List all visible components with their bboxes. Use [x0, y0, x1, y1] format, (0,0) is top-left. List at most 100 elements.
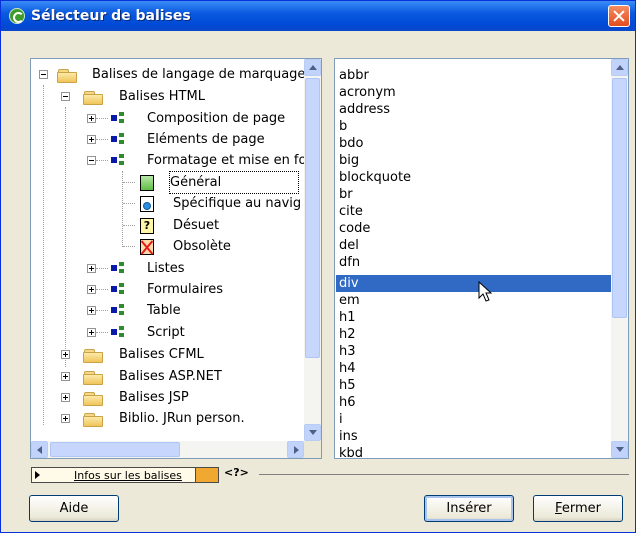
list-item[interactable]: blockquote	[339, 169, 411, 186]
collapse-icon[interactable]	[87, 156, 96, 165]
tag-info-toggle[interactable]: Infos sur les balises	[31, 467, 219, 483]
tree-label: Général	[169, 171, 299, 194]
list-item[interactable]: big	[339, 152, 359, 169]
deprecated-icon: ?	[140, 218, 154, 234]
folder-open-icon	[57, 67, 79, 83]
list-item[interactable]: dfn	[339, 254, 360, 271]
expand-icon[interactable]	[87, 114, 96, 123]
window-title: Sélecteur de balises	[31, 8, 191, 24]
up-arrow-icon	[309, 65, 317, 70]
tag-list[interactable]: abbr acronym address b bdo big blockquot…	[334, 58, 629, 459]
scroll-right-button[interactable]	[287, 441, 304, 458]
down-arrow-icon	[616, 447, 624, 452]
title-bar[interactable]: Sélecteur de balises	[1, 1, 635, 31]
tag-category-icon	[111, 262, 127, 276]
close-button[interactable]: Fermer	[533, 495, 623, 522]
tree-label: Balises CFML	[119, 347, 204, 362]
tag-category-icon	[111, 326, 127, 340]
close-button-label: ermer	[561, 501, 601, 516]
list-item[interactable]: br	[339, 186, 353, 203]
close-button-mnemonic: F	[555, 501, 562, 516]
list-item[interactable]: address	[339, 101, 390, 118]
tag-category-icon	[111, 304, 127, 318]
scroll-left-button[interactable]	[31, 441, 48, 458]
tree-connector	[96, 160, 108, 161]
expand-icon[interactable]	[61, 350, 70, 359]
tree-connector	[96, 118, 108, 119]
list-item-selected[interactable]: div	[336, 275, 611, 292]
right-arrow-icon	[294, 446, 299, 454]
list-item[interactable]: i	[339, 411, 343, 428]
folder-closed-icon	[83, 347, 105, 363]
scrollbar-corner	[304, 441, 321, 458]
expand-icon[interactable]	[87, 264, 96, 273]
expand-icon[interactable]	[87, 328, 96, 337]
list-item[interactable]: h2	[339, 326, 356, 343]
list-item[interactable]: h6	[339, 394, 356, 411]
close-window-button[interactable]	[608, 5, 630, 27]
tree-label: Biblio. JRun person.	[119, 411, 245, 426]
browser-specific-icon	[140, 196, 154, 212]
list-item[interactable]: cite	[339, 203, 363, 220]
tree-horizontal-scrollbar[interactable]	[31, 441, 304, 458]
list-vertical-scrollbar[interactable]	[611, 59, 628, 458]
expand-icon[interactable]	[87, 306, 96, 315]
expand-icon[interactable]	[87, 285, 96, 294]
list-item[interactable]: code	[339, 220, 370, 237]
list-item[interactable]: acronym	[339, 84, 396, 101]
scroll-down-button[interactable]	[611, 441, 628, 458]
tree-connector	[123, 225, 135, 226]
collapse-icon[interactable]	[61, 92, 70, 101]
scroll-thumb[interactable]	[305, 78, 320, 358]
mouse-cursor-icon	[478, 281, 493, 302]
tag-chooser-dialog: Sélecteur de balises Balises de langage …	[0, 0, 636, 533]
list-item[interactable]: abbr	[339, 67, 369, 84]
list-item[interactable]: kbd	[339, 445, 363, 458]
list-item[interactable]: del	[339, 237, 359, 254]
scroll-up-button[interactable]	[304, 59, 321, 76]
expand-icon[interactable]	[61, 393, 70, 402]
help-button[interactable]: Aide	[29, 495, 119, 522]
expand-icon[interactable]	[87, 135, 96, 144]
folder-open-icon	[83, 89, 105, 105]
tree-connector	[96, 332, 108, 333]
general-tags-icon	[140, 175, 154, 191]
scroll-up-button[interactable]	[611, 59, 628, 76]
tree-connector	[96, 310, 108, 311]
scroll-thumb[interactable]	[612, 78, 627, 318]
tree-label: Obsolète	[173, 239, 231, 254]
tree-connector	[123, 246, 135, 247]
up-arrow-icon	[616, 65, 624, 70]
tree-label: Balises ASP.NET	[119, 369, 222, 384]
scroll-down-button[interactable]	[304, 424, 321, 441]
expand-icon[interactable]	[61, 372, 70, 381]
tree-vertical-scrollbar[interactable]	[304, 59, 321, 441]
collapse-icon[interactable]	[39, 70, 48, 79]
tag-category-icon	[111, 283, 127, 297]
list-item[interactable]: em	[339, 292, 360, 309]
tag-category-icon	[111, 112, 127, 126]
list-item[interactable]: bdo	[339, 135, 363, 152]
tree-connector	[96, 268, 108, 269]
list-item[interactable]: h4	[339, 360, 356, 377]
list-item[interactable]: h1	[339, 309, 356, 326]
tree-label: Balises HTML	[119, 89, 205, 104]
tree-label: Désuet	[173, 218, 220, 233]
tree-label: Formatage et mise en fo	[147, 153, 307, 168]
separator-line	[259, 474, 629, 475]
tag-info-label: Infos sur les balises	[74, 469, 182, 482]
tree-guide-line	[65, 107, 66, 367]
expand-icon[interactable]	[61, 414, 70, 423]
list-item[interactable]: ins	[339, 428, 358, 445]
scroll-thumb[interactable]	[50, 442, 180, 457]
tree-label: Balises JSP	[119, 390, 189, 405]
tag-library-tree[interactable]: Balises de langage de marquage Balises H…	[30, 58, 322, 459]
tag-help-icon[interactable]: <?>	[224, 466, 249, 479]
list-item[interactable]: h5	[339, 377, 356, 394]
tree-connector	[96, 139, 108, 140]
list-item[interactable]: h3	[339, 343, 356, 360]
list-item[interactable]: b	[339, 118, 347, 135]
tag-category-icon	[111, 154, 127, 168]
down-arrow-icon	[309, 430, 317, 435]
insert-button[interactable]: Insérer	[424, 495, 514, 522]
